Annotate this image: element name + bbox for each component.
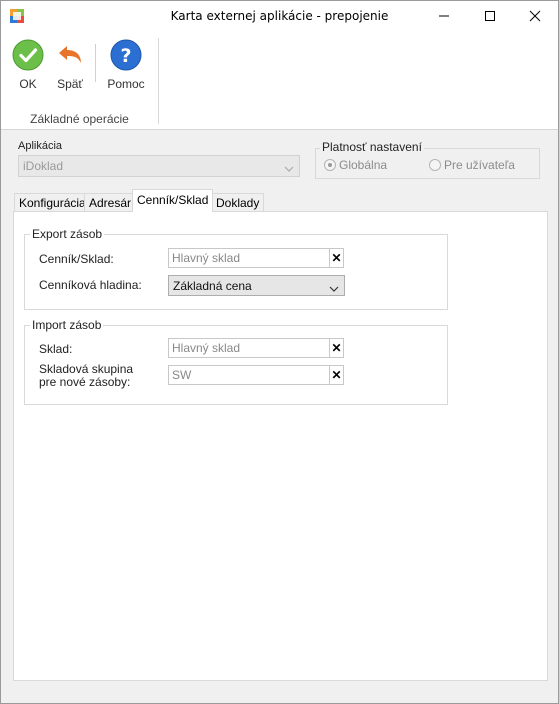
stock-group-field[interactable]: SW [168, 365, 330, 385]
close-button[interactable] [512, 1, 558, 31]
help-icon: ? [110, 39, 142, 71]
clear-warehouse-button[interactable]: ✕ [329, 338, 344, 358]
tab-panel: Export zásob Cenník/Sklad: Hlavný sklad … [13, 211, 548, 681]
tab-cennik-sklad[interactable]: Cenník/Sklad [132, 189, 214, 212]
chevron-down-icon [284, 162, 294, 176]
radio-per-user-label: Pre užívateľa [444, 158, 515, 172]
minimize-icon [439, 15, 449, 17]
warehouse-label: Sklad: [39, 342, 73, 356]
price-level-value: Základná cena [173, 279, 252, 293]
help-label: Pomoc [107, 77, 145, 91]
maximize-button[interactable] [467, 1, 513, 31]
price-list-field[interactable]: Hlavný sklad [168, 248, 330, 268]
ribbon-group-label: Základné operácie [30, 112, 129, 126]
stock-group-label-line2: pre nové zásoby: [39, 375, 131, 389]
price-list-label: Cenník/Sklad: [39, 252, 114, 266]
price-level-select[interactable]: Základná cena [168, 275, 345, 296]
radio-selected-icon [324, 159, 336, 171]
price-list-value: Hlavný sklad [172, 251, 241, 265]
chevron-down-icon [329, 282, 339, 296]
maximize-icon [485, 11, 495, 21]
tab-doklady[interactable]: Doklady [211, 193, 265, 212]
radio-unselected-icon [429, 159, 441, 171]
application-label: Aplikácia [18, 140, 63, 152]
import-title: Import zásob [30, 318, 104, 332]
ribbon-toolbar: OK Späť ? Pomoc Základné operácie [1, 32, 558, 130]
application-value: iDoklad [23, 159, 64, 173]
radio-global-label: Globálna [339, 158, 388, 172]
back-arrow-icon [54, 39, 86, 71]
tab-konfiguracia[interactable]: Konfigurácia [14, 193, 91, 212]
svg-text:?: ? [120, 45, 131, 67]
radio-per-user[interactable]: Pre užívateľa [429, 158, 515, 172]
radio-global[interactable]: Globálna [324, 158, 387, 172]
status-bar [1, 689, 558, 703]
back-button[interactable]: Späť [52, 39, 88, 91]
tab-label: Adresár [89, 196, 132, 210]
clear-icon: ✕ [331, 251, 342, 265]
price-level-label: Cenníková hladina: [39, 278, 142, 292]
clear-icon: ✕ [331, 341, 342, 355]
close-icon [529, 10, 541, 22]
help-button[interactable]: ? Pomoc [105, 39, 147, 91]
clear-icon: ✕ [331, 368, 342, 382]
tab-adresar[interactable]: Adresár [84, 193, 137, 212]
validity-title: Platnosť nastavení [320, 140, 424, 154]
export-title: Export zásob [30, 227, 105, 241]
ribbon-separator [95, 44, 96, 82]
back-label: Späť [57, 77, 83, 91]
stock-group-label: Skladová skupina pre nové zásoby: [39, 363, 133, 389]
clear-stock-group-button[interactable]: ✕ [329, 365, 344, 385]
clear-price-list-button[interactable]: ✕ [329, 248, 344, 268]
stock-group-value: SW [172, 368, 192, 382]
ok-button[interactable]: OK [11, 39, 45, 91]
import-group: Import zásob Sklad: Hlavný sklad ✕ Sklad… [24, 318, 448, 405]
tab-label: Cenník/Sklad [137, 193, 209, 207]
validity-group: Platnosť nastavení Globálna Pre užívateľ… [315, 140, 540, 179]
export-group: Export zásob Cenník/Sklad: Hlavný sklad … [24, 227, 448, 310]
tab-label: Konfigurácia [19, 196, 86, 210]
app-window: Karta externej aplikácie - prepojenie OK [0, 0, 559, 704]
ok-label: OK [19, 77, 37, 91]
ribbon-group-separator [158, 38, 159, 124]
minimize-button[interactable] [421, 1, 467, 31]
warehouse-value: Hlavný sklad [172, 341, 241, 355]
application-select: iDoklad [18, 155, 300, 177]
ok-check-icon [12, 39, 44, 71]
title-bar: Karta externej aplikácie - prepojenie [1, 1, 558, 32]
warehouse-field[interactable]: Hlavný sklad [168, 338, 330, 358]
tab-label: Doklady [216, 196, 260, 210]
